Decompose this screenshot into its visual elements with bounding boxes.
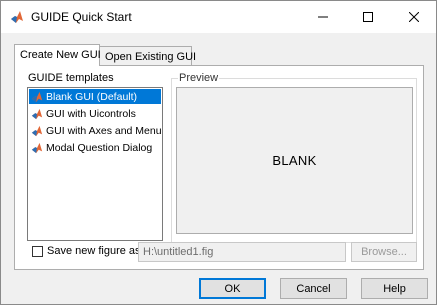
guide-quick-start-window: GUIDE Quick Start Create New GUI Open Ex… (0, 0, 437, 305)
matlab-logo-icon (31, 125, 43, 136)
maximize-icon (363, 12, 373, 22)
list-item-gui-with-axes-and-menu[interactable]: GUI with Axes and Menu (29, 123, 162, 138)
templates-group-label: GUIDE templates (27, 72, 115, 84)
title-bar[interactable]: GUIDE Quick Start (1, 1, 436, 33)
list-item-gui-with-uicontrols[interactable]: GUI with Uicontrols (29, 106, 161, 121)
list-item-label: GUI with Axes and Menu (46, 124, 162, 137)
help-button[interactable]: Help (361, 278, 428, 299)
close-icon (409, 12, 419, 22)
ok-button[interactable]: OK (199, 278, 266, 299)
list-item-label: GUI with Uicontrols (46, 107, 136, 120)
matlab-logo-icon (31, 91, 43, 102)
window-title: GUIDE Quick Start (31, 10, 132, 24)
maximize-button[interactable] (346, 1, 390, 33)
list-item-modal-question-dialog[interactable]: Modal Question Dialog (29, 140, 161, 155)
close-button[interactable] (392, 1, 436, 33)
matlab-logo-icon (31, 108, 43, 119)
browse-button[interactable]: Browse... (351, 242, 417, 262)
matlab-logo-icon (31, 142, 43, 153)
template-list[interactable]: Blank GUI (Default) GUI with Uicontrols … (27, 87, 163, 241)
preview-text: BLANK (272, 153, 317, 168)
list-item-blank-gui[interactable]: Blank GUI (Default) (29, 89, 161, 104)
matlab-logo-icon (10, 10, 24, 24)
list-item-label: Blank GUI (Default) (46, 90, 138, 103)
save-figure-checkbox[interactable] (32, 246, 43, 257)
tab-create-new-gui[interactable]: Create New GUI (14, 44, 101, 66)
save-figure-label[interactable]: Save new figure as: (47, 245, 144, 257)
tab-open-existing-gui[interactable]: Open Existing GUI (99, 46, 196, 66)
minimize-button[interactable] (301, 1, 345, 33)
minimize-icon (318, 16, 328, 18)
preview-pane: BLANK (176, 87, 413, 234)
list-item-label: Modal Question Dialog (46, 141, 153, 154)
cancel-button[interactable]: Cancel (280, 278, 347, 299)
preview-group-label: Preview (178, 72, 220, 84)
figure-path-input[interactable] (138, 242, 346, 262)
